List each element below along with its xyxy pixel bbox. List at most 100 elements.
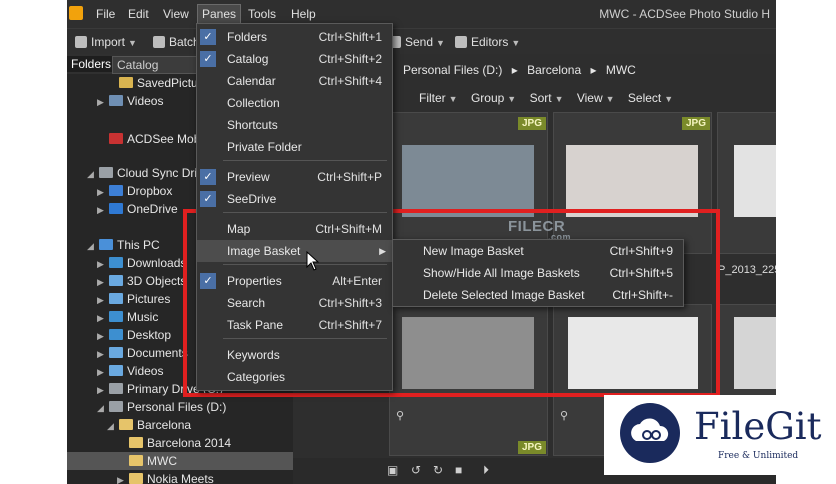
expand-arrow-icon[interactable]: ◢ [107, 417, 119, 435]
folder-tree-item[interactable]: ▶ Dropbox [97, 182, 172, 200]
expand-arrow-icon[interactable]: ▶ [97, 93, 109, 111]
expand-arrow-icon[interactable]: ▶ [97, 183, 109, 201]
sort-menu[interactable]: Sort ▼ [530, 91, 564, 105]
panes-menu-item-catalog[interactable]: ✓ Catalog Ctrl+Shift+2 [197, 48, 392, 70]
folder-icon [119, 419, 133, 430]
breadcrumb-item[interactable]: Barcelona [527, 63, 581, 77]
panes-menu-item-shortcuts[interactable]: Shortcuts [197, 114, 392, 136]
rotate-left-icon[interactable]: ↺ [411, 463, 425, 477]
batch-button[interactable]: Batch [153, 34, 200, 50]
panes-menu-item-collection[interactable]: Collection [197, 92, 392, 114]
menu-file[interactable]: File [92, 5, 119, 23]
expand-arrow-icon[interactable]: ▶ [97, 255, 109, 273]
thumbnail-image [566, 145, 698, 217]
folder-tree-item[interactable]: ▶ Downloads [97, 254, 186, 272]
expand-arrow-icon[interactable]: ▶ [97, 201, 109, 219]
submenu-item-shortcut: Ctrl+Shift+5 [609, 266, 673, 280]
panes-menu-item-task-pane[interactable]: Task Pane Ctrl+Shift+7 [197, 314, 392, 336]
import-button[interactable]: Import ▼ [75, 34, 137, 50]
menu-panes[interactable]: Panes [197, 4, 242, 24]
folder-tree-item[interactable]: ◢ Personal Files (D:) [97, 398, 226, 416]
panes-menu-item-keywords[interactable]: Keywords [197, 344, 392, 366]
folder-icon[interactable]: ■ [455, 463, 469, 477]
tab-folders[interactable]: Folders [67, 56, 116, 72]
menu-tools[interactable]: Tools [244, 5, 280, 23]
panes-menu-item-image-basket[interactable]: Image Basket ▶ [197, 240, 392, 262]
menu-item-shortcut: Ctrl+Shift+3 [318, 296, 382, 310]
folder-icon [109, 95, 123, 106]
folder-tree-item[interactable]: ◢ This PC [87, 236, 160, 254]
filter-menu[interactable]: Filter ▼ [419, 91, 458, 105]
menu-separator [223, 264, 387, 265]
expand-arrow-icon[interactable]: ▶ [97, 363, 109, 381]
panes-menu-item-seedrive[interactable]: ✓ SeeDrive [197, 188, 392, 210]
folder-tree-item[interactable]: ▶ Nokia Meets [117, 470, 214, 484]
folder-tree-item[interactable]: MWC [67, 452, 293, 470]
folder-tree-item[interactable]: ◢ Barcelona [107, 416, 191, 434]
import-label: Import [91, 35, 126, 49]
folder-tree-item[interactable]: ▶ Desktop [97, 326, 171, 344]
panes-menu-item-preview[interactable]: ✓ Preview Ctrl+Shift+P [197, 166, 392, 188]
editors-button[interactable]: Editors ▼ [455, 34, 520, 50]
expand-arrow-icon[interactable]: ▶ [97, 381, 109, 399]
menu-item-shortcut: Ctrl+Shift+P [317, 170, 382, 184]
expand-arrow-icon[interactable]: ▶ [117, 471, 129, 484]
chevron-down-icon: ▼ [448, 94, 458, 104]
tab-catalog[interactable]: Catalog [112, 56, 202, 74]
panes-menu-item-calendar[interactable]: Calendar Ctrl+Shift+4 [197, 70, 392, 92]
rotate-right-icon[interactable]: ↻ [433, 463, 447, 477]
menu-item-label: Categories [227, 370, 286, 384]
expand-arrow-icon[interactable]: ▶ [97, 309, 109, 327]
select-menu[interactable]: Select ▼ [628, 91, 673, 105]
menu-edit[interactable]: Edit [124, 5, 153, 23]
submenu-item[interactable]: New Image Basket Ctrl+Shift+9 [393, 240, 683, 262]
menu-item-label: Image Basket [227, 244, 301, 258]
folder-tree-item[interactable]: ◢ Cloud Sync Driv [87, 164, 203, 182]
folder-tree-item[interactable]: ▶ 3D Objects [97, 272, 186, 290]
slideshow-icon[interactable]: ⏵ [483, 463, 497, 477]
expand-arrow-icon[interactable]: ▶ [97, 273, 109, 291]
folder-tree-item[interactable]: Barcelona 2014 [117, 434, 231, 452]
breadcrumb-item[interactable]: Personal Files (D:) [403, 63, 502, 77]
breadcrumb-item[interactable]: MWC [606, 63, 636, 77]
group-menu[interactable]: Group ▼ [471, 91, 516, 105]
panes-menu-item-categories[interactable]: Categories [197, 366, 392, 388]
filter-label: Filter [419, 91, 446, 105]
panes-menu-item-search[interactable]: Search Ctrl+Shift+3 [197, 292, 392, 314]
folder-tree-item[interactable]: ▶ Pictures [97, 290, 170, 308]
submenu-item[interactable]: Show/Hide All Image Baskets Ctrl+Shift+5 [393, 262, 683, 284]
panes-menu-item-properties[interactable]: ✓ Properties Alt+Enter [197, 270, 392, 292]
panes-menu-item-private-folder[interactable]: Private Folder [197, 136, 392, 158]
folder-tree-label: Dropbox [127, 184, 173, 198]
folder-tree-item[interactable]: ▶ Videos [97, 362, 163, 380]
expand-arrow-icon[interactable]: ▶ [97, 327, 109, 345]
submenu-item[interactable]: Delete Selected Image Basket Ctrl+Shift+- [393, 284, 683, 306]
window-title: MWC - ACDSee Photo Studio H [599, 7, 770, 21]
menu-view[interactable]: View [159, 5, 193, 23]
send-button[interactable]: Send ▼ [389, 34, 445, 50]
menubar: File Edit View Panes Tools Help MWC - AC… [67, 0, 776, 28]
breadcrumb: Personal Files (D:) ▸ Barcelona ▸ MWC [403, 60, 636, 80]
expand-arrow-icon[interactable]: ▶ [97, 291, 109, 309]
chevron-right-icon: ▸ [590, 63, 597, 77]
expand-arrow-icon[interactable]: ◢ [87, 237, 99, 255]
expand-arrow-icon[interactable]: ◢ [97, 399, 109, 417]
thumbnail[interactable] [717, 112, 776, 254]
menu-item-label: Search [227, 296, 266, 310]
panes-menu-item-folders[interactable]: ✓ Folders Ctrl+Shift+1 [197, 26, 392, 48]
folder-icon [109, 365, 123, 376]
folder-icon [129, 437, 143, 448]
expand-arrow-icon[interactable]: ▶ [97, 345, 109, 363]
menu-help[interactable]: Help [287, 5, 320, 23]
image-basket-icon[interactable]: ▣ [387, 463, 401, 477]
folder-tree-item[interactable]: ▶ Music [97, 308, 158, 326]
folder-tree-item[interactable]: ▶ Videos [97, 92, 163, 110]
folder-icon [99, 239, 113, 250]
expand-arrow-icon[interactable]: ◢ [87, 165, 99, 183]
folder-icon [99, 167, 113, 178]
view-menu[interactable]: View ▼ [577, 91, 615, 105]
folder-tree-item[interactable]: ▶ Documents [97, 344, 188, 362]
submenu-item-label: Show/Hide All Image Baskets [423, 266, 580, 280]
panes-menu-item-map[interactable]: Map Ctrl+Shift+M [197, 218, 392, 240]
folder-tree-item[interactable]: ▶ OneDrive [97, 200, 178, 218]
